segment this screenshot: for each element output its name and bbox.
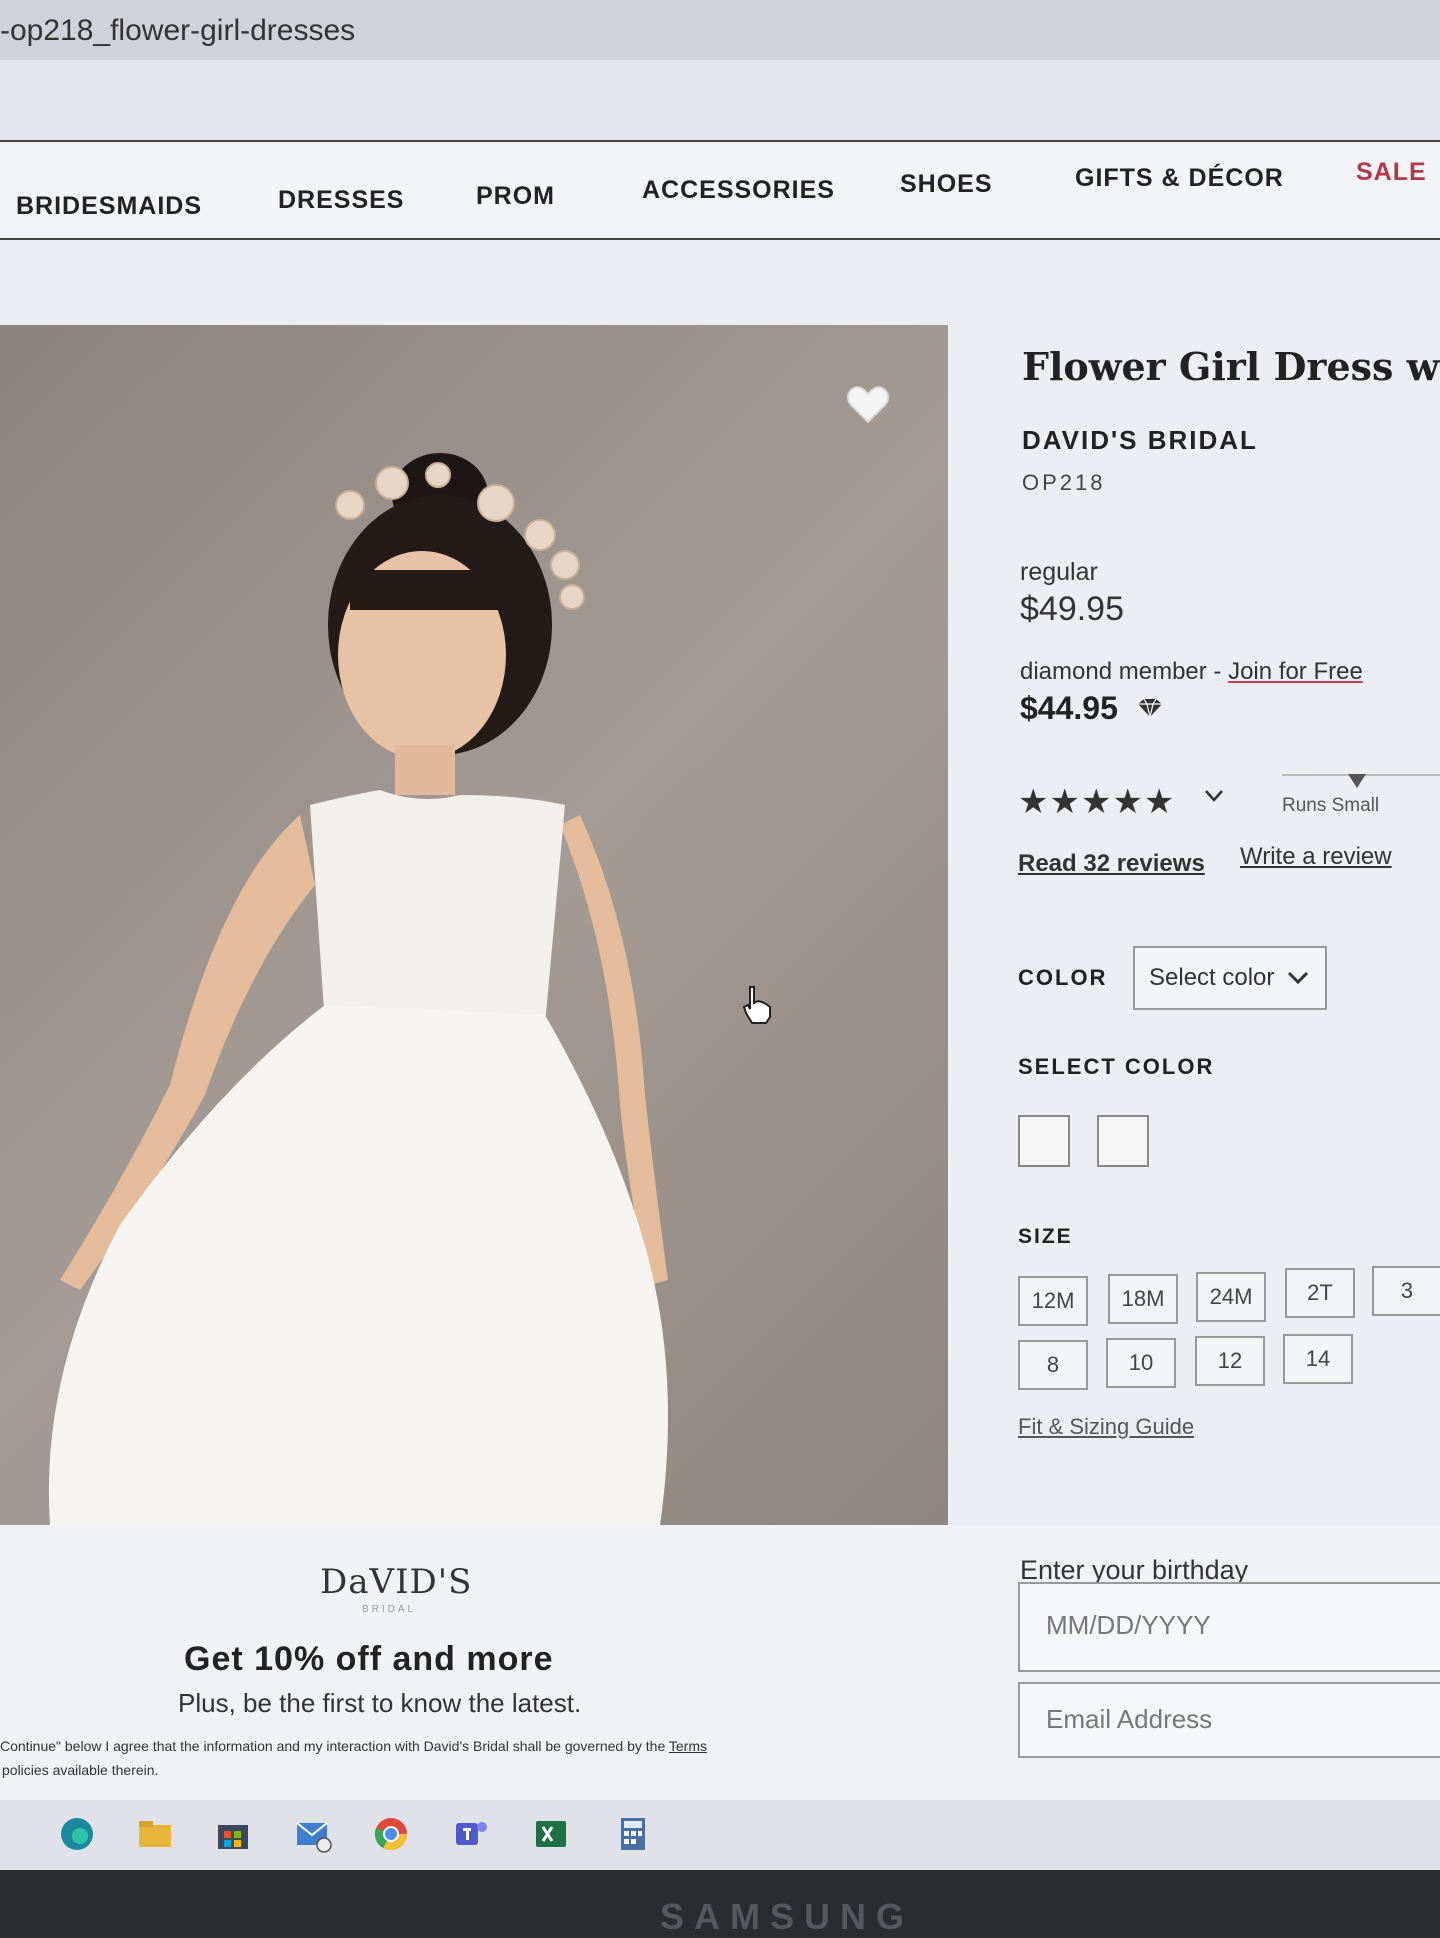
store-icon[interactable] xyxy=(214,1815,252,1853)
nav-dresses[interactable]: DRESSES xyxy=(278,186,404,215)
rating-stars[interactable]: ★★★★★ xyxy=(1018,782,1175,822)
member-prefix: diamond member - xyxy=(1020,658,1229,685)
header-strip xyxy=(0,60,1440,140)
size-option-10[interactable]: 10 xyxy=(1106,1338,1176,1388)
write-review-link[interactable]: Write a review xyxy=(1240,843,1392,871)
girl-in-dress-illustration xyxy=(48,453,668,1525)
nav-prom[interactable]: PROM xyxy=(476,182,555,211)
terms-link[interactable]: Terms xyxy=(669,1738,707,1754)
product-brand[interactable]: DAVID'S BRIDAL xyxy=(1022,425,1258,456)
color-label: COLOR xyxy=(1018,965,1108,990)
file-explorer-icon[interactable] xyxy=(136,1815,174,1853)
excel-icon[interactable] xyxy=(532,1815,570,1853)
nav-gifts-decor[interactable]: GIFTS & DÉCOR xyxy=(1075,164,1284,193)
join-for-free-link[interactable]: Join for Free xyxy=(1228,658,1363,685)
color-select-value: Select color xyxy=(1149,964,1275,991)
member-price-label: diamond member - Join for Free xyxy=(1020,658,1363,686)
fit-label: Runs Small xyxy=(1282,795,1380,816)
fit-scale-marker xyxy=(1348,774,1366,788)
size-option-2t[interactable]: 2T xyxy=(1285,1268,1355,1318)
davids-bridal-logo: DaVID'S xyxy=(320,1562,473,1602)
legal-text-line2: policies available therein. xyxy=(2,1762,159,1778)
product-sku: OP218 xyxy=(1022,470,1106,495)
nav-shoes[interactable]: SHOES xyxy=(900,170,993,199)
color-swatch[interactable] xyxy=(1097,1115,1149,1167)
size-option-24m[interactable]: 24M xyxy=(1196,1272,1266,1322)
color-select-dropdown[interactable]: Select color xyxy=(1133,946,1327,1010)
size-option-14[interactable]: 14 xyxy=(1283,1334,1353,1384)
product-title: Flower Girl Dress with xyxy=(1022,344,1440,389)
screen: -op218_flower-girl-dresses BRIDESMAIDS D… xyxy=(0,0,1440,1870)
size-option-12[interactable]: 12 xyxy=(1195,1336,1265,1386)
email-placeholder: Email Address xyxy=(1046,1704,1213,1734)
size-option-8[interactable]: 8 xyxy=(1018,1340,1088,1390)
chevron-down-icon[interactable] xyxy=(1204,788,1224,804)
hand-pointer-cursor-icon xyxy=(742,986,771,1024)
nav-sale[interactable]: SALE xyxy=(1356,158,1427,187)
address-bar[interactable]: -op218_flower-girl-dresses xyxy=(0,0,1440,60)
legal-text: Continue" below I agree that the informa… xyxy=(0,1738,707,1754)
email-input[interactable]: Email Address xyxy=(1018,1682,1440,1758)
legal-text-line1: Continue" below I agree that the informa… xyxy=(0,1738,669,1754)
calculator-icon[interactable] xyxy=(614,1815,652,1853)
read-reviews-link[interactable]: Read 32 reviews xyxy=(1018,850,1205,878)
fit-sizing-guide-link[interactable]: Fit & Sizing Guide xyxy=(1018,1414,1194,1440)
chevron-down-icon xyxy=(1287,971,1309,985)
color-swatch[interactable] xyxy=(1018,1115,1070,1167)
monitor-brand-logo: SAMSUNG xyxy=(660,1896,915,1937)
nav-bridesmaids[interactable]: BRIDESMAIDS xyxy=(16,192,202,221)
favorite-heart-icon[interactable] xyxy=(846,384,890,424)
size-option-18m[interactable]: 18M xyxy=(1108,1274,1178,1324)
promo-title: Get 10% off and more xyxy=(184,1640,554,1678)
regular-price: $49.95 xyxy=(1020,590,1124,628)
size-option-3[interactable]: 3 xyxy=(1372,1266,1440,1316)
promo-subtitle: Plus, be the first to know the latest. xyxy=(178,1688,582,1718)
select-color-label: SELECT COLOR xyxy=(1018,1054,1215,1079)
size-option-12m[interactable]: 12M xyxy=(1018,1276,1088,1326)
logo-subtitle: BRIDAL xyxy=(362,1604,417,1615)
birthday-placeholder: MM/DD/YYYY xyxy=(1046,1610,1211,1640)
url-text: -op218_flower-girl-dresses xyxy=(0,14,356,47)
member-price: $44.95 xyxy=(1020,690,1118,726)
nav-accessories[interactable]: ACCESSORIES xyxy=(642,176,835,205)
birthday-input[interactable]: MM/DD/YYYY xyxy=(1018,1582,1440,1672)
diamond-icon xyxy=(1138,698,1162,718)
teams-icon[interactable] xyxy=(452,1815,490,1853)
size-label: SIZE xyxy=(1018,1225,1073,1248)
product-image[interactable] xyxy=(0,325,948,1525)
chrome-icon[interactable] xyxy=(372,1815,410,1853)
main-nav: BRIDESMAIDS DRESSES PROM ACCESSORIES SHO… xyxy=(0,140,1440,240)
edge-icon[interactable] xyxy=(58,1815,96,1853)
mail-icon[interactable] xyxy=(294,1815,332,1853)
regular-price-label: regular xyxy=(1020,558,1098,586)
